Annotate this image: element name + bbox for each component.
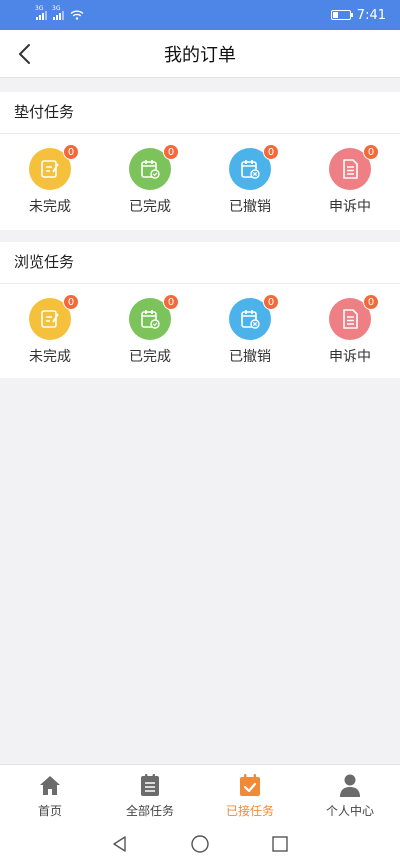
calendar-check-icon [141, 310, 160, 329]
count-badge: 0 [163, 294, 179, 310]
status-item-completed[interactable]: 0 已完成 [100, 284, 200, 378]
section-prepaid-tasks: 垫付任务 0 未完成 0 已完成 0 已撤销 0 申诉中 [0, 92, 400, 230]
person-icon [340, 774, 360, 797]
status-item-appealing[interactable]: 0 申诉中 [300, 134, 400, 228]
task-list-icon [141, 774, 159, 796]
document-list-icon [343, 159, 358, 179]
note-edit-icon [41, 310, 59, 328]
tab-label: 首页 [37, 804, 62, 818]
calendar-cancel-icon [241, 310, 260, 329]
count-badge: 0 [363, 144, 379, 160]
section-browse-tasks: 浏览任务 0 未完成 0 已完成 0 已撤销 0 申诉中 [0, 242, 400, 378]
tab-personal-center[interactable]: 个人中心 [300, 765, 400, 822]
battery-icon [330, 10, 353, 20]
tab-label: 全部任务 [125, 804, 174, 818]
status-item-label: 申诉中 [329, 199, 371, 215]
status-item-label: 已撤销 [229, 349, 271, 365]
back-button[interactable] [12, 42, 36, 66]
nav-back-icon[interactable] [110, 834, 130, 854]
status-item-label: 未完成 [29, 199, 71, 215]
clock: 7:41 [356, 7, 386, 23]
status-item-cancelled[interactable]: 0 已撤销 [200, 134, 300, 228]
nav-recents-icon[interactable] [270, 834, 290, 854]
tab-all-tasks[interactable]: 全部任务 [100, 765, 200, 822]
wifi-icon [70, 10, 84, 20]
tab-label: 已接任务 [225, 804, 274, 818]
status-item-completed[interactable]: 0 已完成 [100, 134, 200, 228]
system-nav-bar [0, 822, 400, 866]
count-badge: 0 [263, 294, 279, 310]
count-badge: 0 [63, 294, 79, 310]
status-item-label: 已完成 [129, 199, 171, 215]
tab-home[interactable]: 首页 [0, 765, 100, 822]
count-badge: 0 [163, 144, 179, 160]
count-badge: 0 [63, 144, 79, 160]
note-edit-icon [41, 160, 59, 178]
network-type: 3G [35, 5, 44, 12]
status-item-label: 申诉中 [329, 349, 371, 365]
calendar-cancel-icon [241, 160, 260, 179]
network-type: 3G [52, 5, 61, 12]
section-title: 垫付任务 [0, 92, 400, 134]
tab-accepted-tasks[interactable]: 已接任务 [200, 765, 300, 822]
signal-icon: 3G [52, 5, 64, 20]
calendar-check-icon [141, 160, 160, 179]
status-item-label: 已撤销 [229, 199, 271, 215]
status-item-appealing[interactable]: 0 申诉中 [300, 284, 400, 378]
tab-label: 个人中心 [325, 804, 374, 818]
nav-home-icon[interactable] [190, 834, 210, 854]
status-bar: 3G 3G 7:41 [0, 0, 400, 30]
home-icon [40, 776, 60, 795]
section-title: 浏览任务 [0, 242, 400, 284]
count-badge: 0 [263, 144, 279, 160]
signal-icon: 3G [35, 5, 47, 20]
count-badge: 0 [363, 294, 379, 310]
page-title: 我的订单 [164, 44, 236, 66]
status-item-cancelled[interactable]: 0 已撤销 [200, 284, 300, 378]
status-item-unfinished[interactable]: 0 未完成 [0, 134, 100, 228]
bottom-tab-bar: 首页 全部任务 已接任务 个人中心 [0, 764, 400, 822]
calendar-check-icon [240, 774, 260, 796]
signal-indicators: 3G 3G [35, 5, 84, 20]
page-header: 我的订单 [0, 30, 400, 78]
status-item-unfinished[interactable]: 0 未完成 [0, 284, 100, 378]
status-item-label: 已完成 [129, 349, 171, 365]
status-item-label: 未完成 [29, 349, 71, 365]
chevron-left-icon [19, 44, 30, 64]
document-list-icon [343, 309, 358, 329]
